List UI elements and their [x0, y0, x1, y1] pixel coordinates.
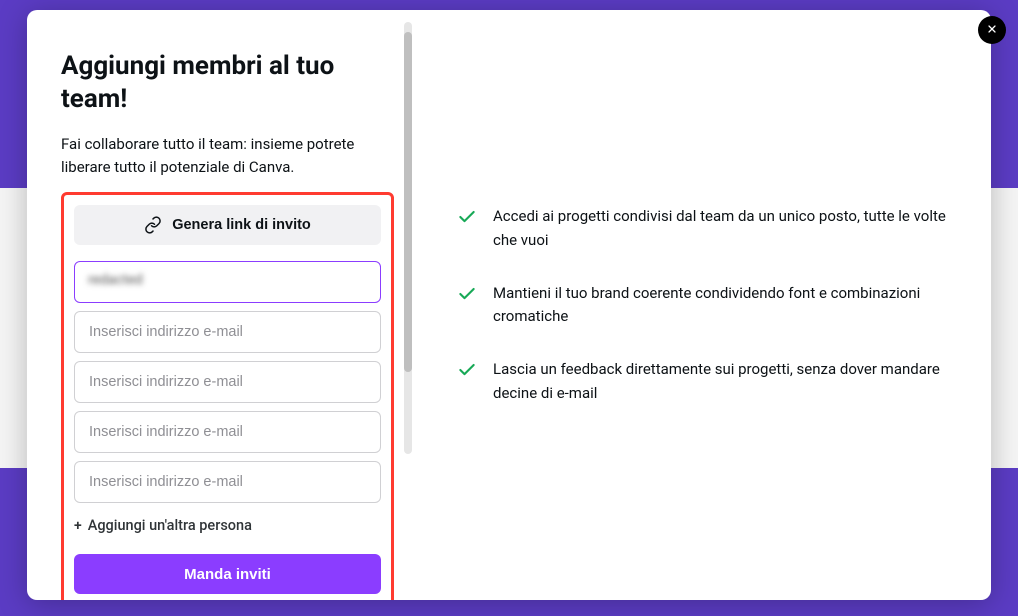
- email-input-1[interactable]: [74, 261, 381, 303]
- invite-modal: Aggiungi membri al tuo team! Fai collabo…: [27, 10, 991, 600]
- send-invites-button[interactable]: Manda inviti: [74, 554, 381, 594]
- modal-title: Aggiungi membri al tuo team!: [61, 50, 412, 115]
- check-icon: [457, 207, 477, 231]
- benefit-item: Mantieni il tuo brand coerente condivide…: [457, 282, 946, 329]
- close-icon: [986, 23, 998, 38]
- add-another-person-button[interactable]: + Aggiungi un'altra persona: [74, 517, 381, 534]
- invite-form-highlight: Genera link di invito redacted + Aggiung…: [61, 192, 394, 600]
- scrollbar-track[interactable]: [404, 22, 412, 454]
- benefit-item: Accedi ai progetti condivisi dal team da…: [457, 205, 946, 252]
- modal-subtitle: Fai collaborare tutto il team: insieme p…: [61, 133, 412, 178]
- email-input-2[interactable]: [74, 311, 381, 353]
- email-input-4[interactable]: [74, 411, 381, 453]
- generate-link-button[interactable]: Genera link di invito: [74, 205, 381, 245]
- email-input-5[interactable]: [74, 461, 381, 503]
- add-another-label: Aggiungi un'altra persona: [88, 517, 252, 534]
- benefit-text: Mantieni il tuo brand coerente condivide…: [493, 282, 946, 329]
- generate-link-label: Genera link di invito: [172, 217, 311, 233]
- left-pane: Aggiungi membri al tuo team! Fai collabo…: [27, 10, 412, 600]
- check-icon: [457, 360, 477, 384]
- plus-icon: +: [74, 518, 82, 534]
- scrollbar-thumb[interactable]: [404, 32, 412, 372]
- close-button[interactable]: [978, 16, 1006, 44]
- benefit-item: Lascia un feedback direttamente sui prog…: [457, 358, 946, 405]
- right-pane: Accedi ai progetti condivisi dal team da…: [412, 10, 991, 600]
- check-icon: [457, 284, 477, 308]
- benefit-text: Accedi ai progetti condivisi dal team da…: [493, 205, 946, 252]
- email-input-3[interactable]: [74, 361, 381, 403]
- benefit-text: Lascia un feedback direttamente sui prog…: [493, 358, 946, 405]
- link-icon: [144, 216, 162, 234]
